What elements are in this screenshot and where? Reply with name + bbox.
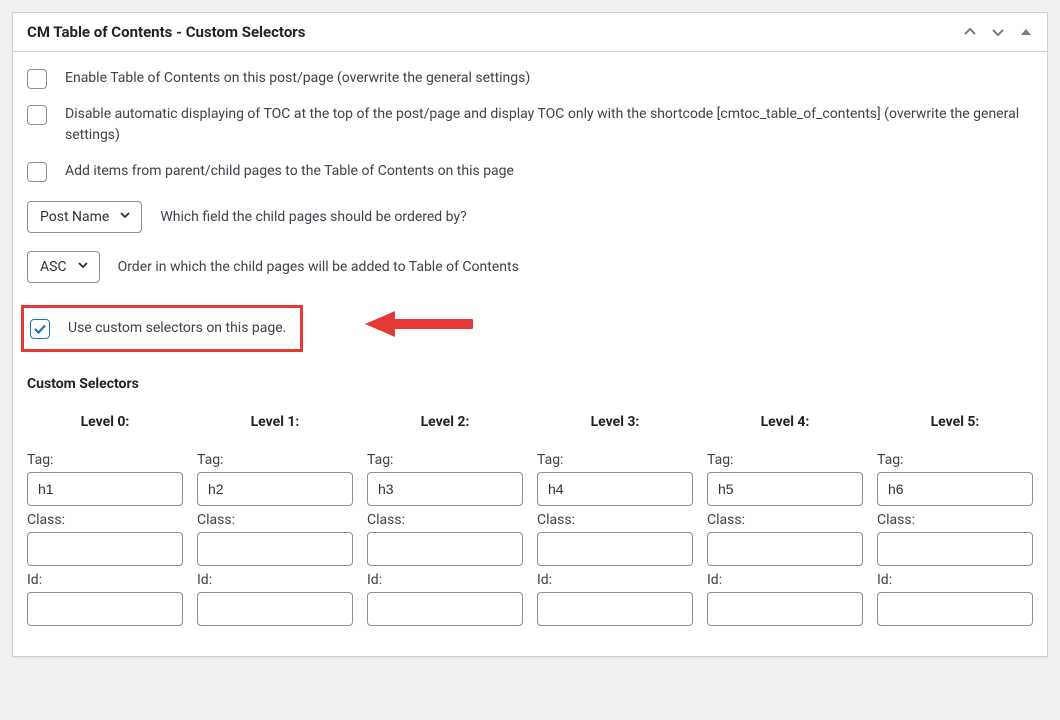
tag-input[interactable] [367,472,523,506]
id-input[interactable] [367,592,523,626]
tag-label: Tag: [367,452,523,468]
class-input[interactable] [707,532,863,566]
id-label: Id: [537,572,693,588]
checkbox-disable-auto[interactable] [27,105,47,125]
level-heading: Level 0: [27,414,183,430]
class-label: Class: [537,512,693,528]
tag-input[interactable] [877,472,1033,506]
option-enable-toc: Enable Table of Contents on this post/pa… [27,68,1033,90]
option-disable-auto: Disable automatic displaying of TOC at t… [27,104,1033,147]
tag-label: Tag: [27,452,183,468]
id-label: Id: [27,572,183,588]
tag-input[interactable] [27,472,183,506]
chevron-down-icon [77,259,89,275]
id-label: Id: [197,572,353,588]
id-input[interactable] [707,592,863,626]
id-input[interactable] [27,592,183,626]
orderby-value: Post Name [40,209,109,225]
tag-label: Tag: [197,452,353,468]
highlight-row: Use custom selectors on this page. [27,301,1033,352]
orderby-row: Post Name Which field the child pages sh… [27,201,1033,233]
checkbox-enable-toc[interactable] [27,69,47,89]
checkbox-parent-child[interactable] [27,162,47,182]
levels-container: Level 0: Tag: Class: Id: Level 1: Tag: Class: I… [27,414,1033,632]
chevron-down-icon [119,209,131,225]
order-desc: Order in which the child pages will be a… [118,259,519,275]
level-heading: Level 3: [537,414,693,430]
tag-input[interactable] [197,472,353,506]
class-input[interactable] [877,532,1033,566]
metabox-controls [963,25,1033,39]
tag-label: Tag: [707,452,863,468]
metabox-body: Enable Table of Contents on this post/pa… [13,52,1047,656]
id-input[interactable] [877,592,1033,626]
option-label: Add items from parent/child pages to the… [65,161,514,183]
option-label: Disable automatic displaying of TOC at t… [65,104,1033,147]
annotation-arrow-icon [363,309,473,343]
class-input[interactable] [367,532,523,566]
class-label: Class: [197,512,353,528]
level-column: Level 4: Tag: Class: Id: [707,414,863,632]
orderby-select[interactable]: Post Name [27,201,142,233]
order-select[interactable]: ASC [27,251,100,283]
level-heading: Level 5: [877,414,1033,430]
checkbox-use-custom[interactable] [30,319,50,339]
class-label: Class: [367,512,523,528]
id-label: Id: [367,572,523,588]
tag-label: Tag: [877,452,1033,468]
id-input[interactable] [197,592,353,626]
class-input[interactable] [197,532,353,566]
tag-label: Tag: [537,452,693,468]
level-heading: Level 1: [197,414,353,430]
level-heading: Level 2: [367,414,523,430]
metabox-custom-selectors: CM Table of Contents - Custom Selectors … [12,12,1048,657]
class-label: Class: [877,512,1033,528]
level-column: Level 3: Tag: Class: Id: [537,414,693,632]
metabox-header: CM Table of Contents - Custom Selectors [13,13,1047,52]
class-label: Class: [27,512,183,528]
highlight-box: Use custom selectors on this page. [21,305,303,352]
option-parent-child: Add items from parent/child pages to the… [27,161,1033,183]
level-column: Level 0: Tag: Class: Id: [27,414,183,632]
move-down-icon[interactable] [991,25,1005,39]
class-label: Class: [707,512,863,528]
option-label: Use custom selectors on this page. [68,320,286,336]
order-row: ASC Order in which the child pages will … [27,251,1033,283]
level-column: Level 1: Tag: Class: Id: [197,414,353,632]
orderby-desc: Which field the child pages should be or… [160,209,466,225]
tag-input[interactable] [707,472,863,506]
id-input[interactable] [537,592,693,626]
level-heading: Level 4: [707,414,863,430]
option-label: Enable Table of Contents on this post/pa… [65,68,530,90]
class-input[interactable] [27,532,183,566]
tag-input[interactable] [537,472,693,506]
level-column: Level 2: Tag: Class: Id: [367,414,523,632]
custom-selectors-heading: Custom Selectors [27,376,1033,392]
class-input[interactable] [537,532,693,566]
order-value: ASC [40,259,67,275]
id-label: Id: [707,572,863,588]
level-column: Level 5: Tag: Class: Id: [877,414,1033,632]
move-up-icon[interactable] [963,25,977,39]
toggle-panel-icon[interactable] [1019,25,1033,39]
id-label: Id: [877,572,1033,588]
metabox-title: CM Table of Contents - Custom Selectors [27,23,305,41]
